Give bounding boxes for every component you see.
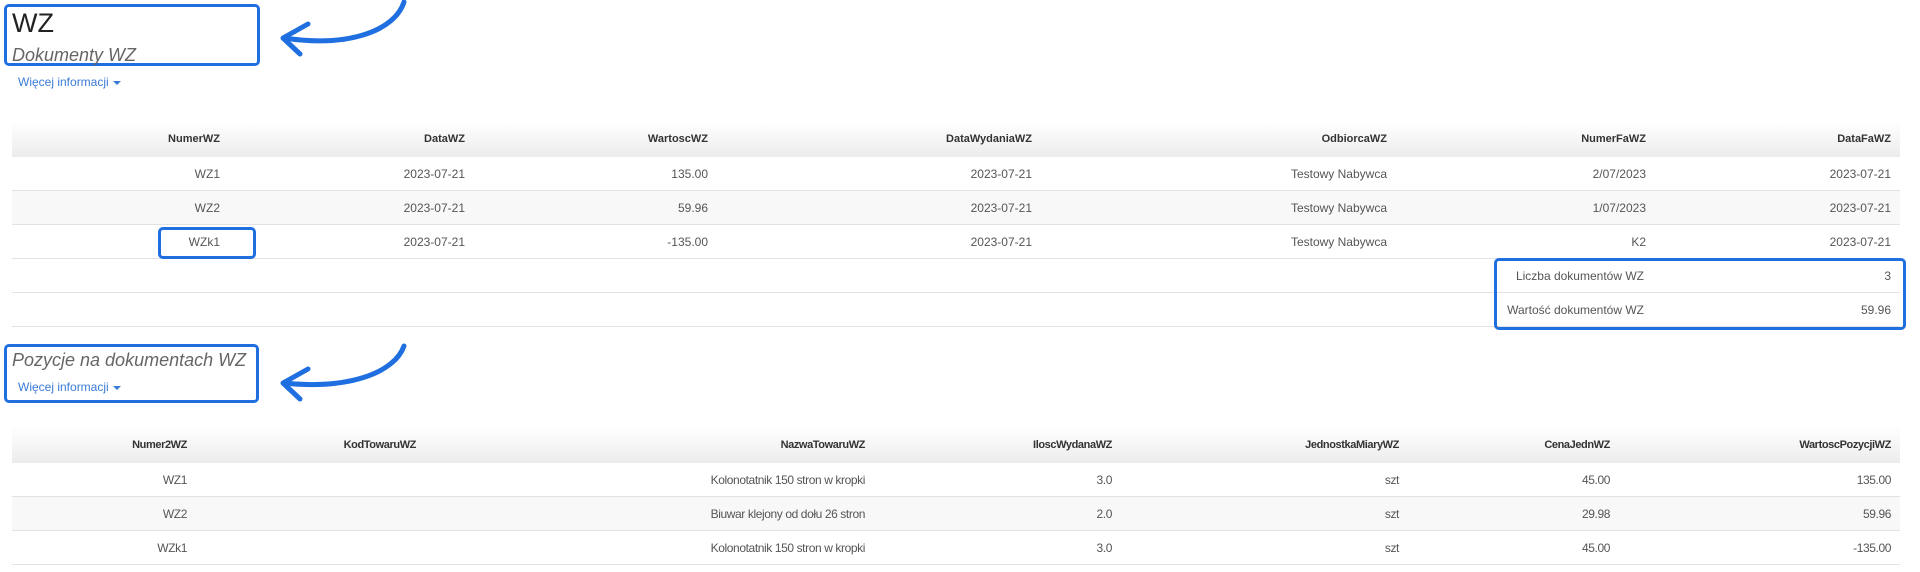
table-cell: 59.96 [1862, 507, 1891, 521]
table-cell: 2023-07-21 [970, 235, 1032, 249]
table-cell: Testowy Nabywca [1290, 167, 1387, 181]
table-cell: K2 [1631, 235, 1646, 249]
table-cell: 1/07/2023 [1592, 201, 1646, 215]
table-cell: -135.00 [667, 235, 708, 249]
table-cell: Kolonotatnik 150 stron w kropki [710, 473, 866, 487]
table-cell: Kolonotatnik 150 stron w kropki [710, 541, 866, 555]
positions-table: Numer2WZ KodTowaruWZ NazwaTowaruWZ IloscWyd… [12, 427, 1900, 572]
annotation-arrow-icon [280, 343, 407, 402]
table-cell: 3.0 [1096, 473, 1113, 487]
table-cell: 45.00 [1581, 541, 1610, 555]
table-cell: 135.00 [1856, 473, 1892, 487]
column-header[interactable]: IloscWydanaWZ [1033, 427, 1112, 463]
more-info-toggle[interactable]: Więcej informacji [18, 75, 121, 89]
table-cell: 59.96 [677, 201, 708, 215]
page-title: WZ [12, 8, 54, 38]
table-cell: 2023-07-21 [403, 167, 465, 181]
highlight-box-summary [1494, 258, 1906, 330]
column-header[interactable]: WartoscPozycjiWZ [1799, 427, 1891, 463]
column-header[interactable]: CenaJednWZ [1544, 427, 1610, 463]
table-cell: 2023-07-21 [1829, 167, 1891, 181]
highlight-box-wzk1 [158, 227, 256, 259]
table-cell: WZ1 [162, 473, 188, 487]
caret-down-icon [112, 80, 121, 85]
table-cell: 2023-07-21 [970, 167, 1032, 181]
column-header[interactable]: KodTowaruWZ [344, 427, 417, 463]
table-cell: szt [1384, 541, 1400, 555]
table-cell: 2.0 [1096, 507, 1113, 521]
column-header[interactable]: WartoscWZ [648, 122, 708, 157]
table-cell: szt [1384, 473, 1400, 487]
table-cell: szt [1384, 507, 1400, 521]
table-cell: Testowy Nabywca [1290, 235, 1387, 249]
table-cell: 29.98 [1581, 507, 1610, 521]
table-cell: Biuwar klejony od dołu 26 stron [710, 507, 866, 521]
more-info-toggle-positions[interactable]: Więcej informacji [18, 380, 121, 394]
table-cell: -135.00 [1853, 541, 1891, 555]
column-header[interactable]: DataWydaniaWZ [946, 122, 1032, 157]
column-header[interactable]: OdbiorcaWZ [1322, 122, 1387, 157]
column-header[interactable]: DataFaWZ [1837, 122, 1891, 157]
table-cell: 2023-07-21 [403, 201, 465, 215]
table-row[interactable]: WZ1 2023-07-21 135.00 2023-07-21 Testowy Nab… [12, 157, 1900, 191]
table-cell: 2023-07-21 [970, 201, 1032, 215]
table-cell: 2023-07-21 [1829, 201, 1891, 215]
table-row[interactable]: WZk1 2023-07-21 -135.00 2023-07-21 Testowy N… [12, 225, 1900, 259]
table-cell: 45.00 [1581, 473, 1610, 487]
more-info-label: Więcej informacji [18, 380, 109, 394]
table-cell: WZ1 [194, 167, 220, 181]
section-subtitle-positions: Pozycje na dokumentach WZ [12, 350, 247, 370]
table-cell: WZ2 [194, 201, 220, 215]
table-cell: 135.00 [671, 167, 708, 181]
table-cell: 2/07/2023 [1592, 167, 1646, 181]
column-header[interactable]: NazwaTowaruWZ [781, 427, 866, 463]
column-header[interactable]: NumerFaWZ [1581, 122, 1646, 157]
column-header[interactable]: JednostkaMiaryWZ [1305, 427, 1399, 463]
column-header[interactable]: DataWZ [424, 122, 465, 157]
table-header-row: Numer2WZ KodTowaruWZ NazwaTowaruWZ IloscWyd… [12, 427, 1900, 463]
table-cell: Testowy Nabywca [1290, 201, 1387, 215]
table-cell: WZk1 [157, 541, 187, 555]
section-subtitle-documents: Dokumenty WZ [12, 45, 137, 65]
column-header[interactable]: Numer2WZ [132, 427, 187, 463]
table-row[interactable]: WZk1 Kolonotatnik 150 stron w kropki 3.0 sz… [12, 531, 1900, 565]
caret-down-icon [112, 385, 121, 390]
table-cell: 2023-07-21 [1829, 235, 1891, 249]
table-header-row: NumerWZ DataWZ WartoscWZ DataWydaniaWZ Odbio… [12, 122, 1900, 157]
more-info-label: Więcej informacji [18, 75, 109, 89]
table-row[interactable]: WZ2 Biuwar klejony od dołu 26 stron 2.0 szt… [12, 497, 1900, 531]
table-row[interactable]: WZ1 Kolonotatnik 150 stron w kropki 3.0 szt… [12, 463, 1900, 497]
table-cell: WZ2 [162, 507, 188, 521]
table-cell: 3.0 [1096, 541, 1113, 555]
table-row[interactable]: WZ2 2023-07-21 59.96 2023-07-21 Testowy Naby… [12, 191, 1900, 225]
table-cell: 2023-07-21 [403, 235, 465, 249]
column-header[interactable]: NumerWZ [168, 122, 220, 157]
